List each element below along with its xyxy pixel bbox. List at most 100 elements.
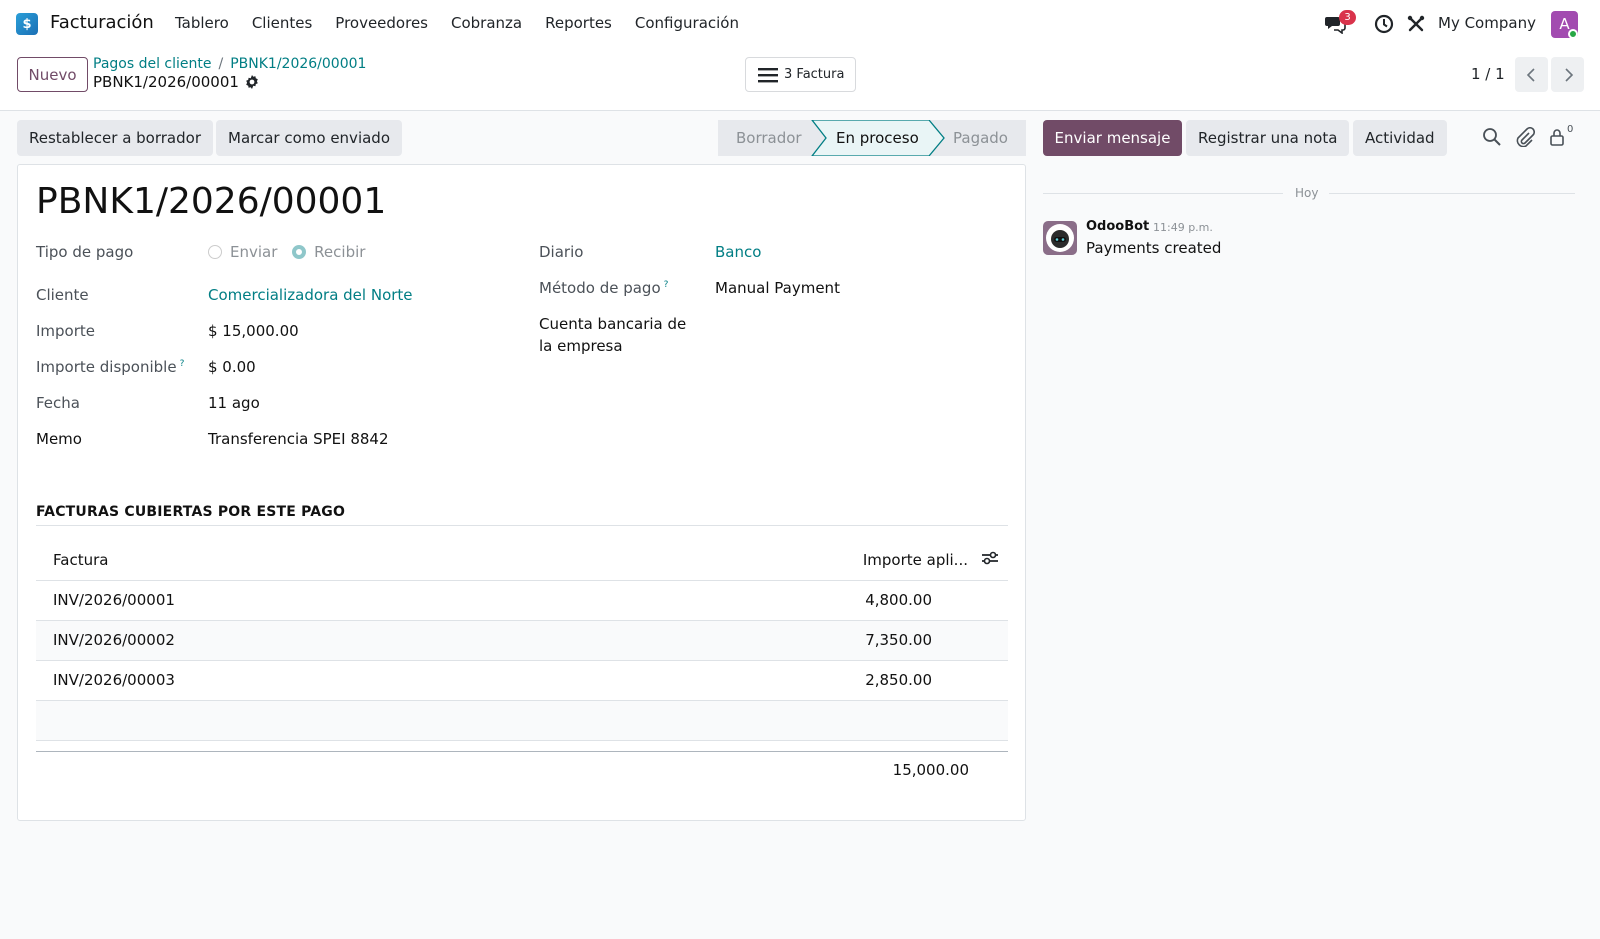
table-row[interactable]: INV/2026/00003 2,850.00 bbox=[36, 660, 1008, 701]
app-name[interactable]: Facturación bbox=[50, 12, 154, 33]
available-amount-label-text: Importe disponible bbox=[36, 358, 177, 376]
invoice-cell: INV/2026/00002 bbox=[36, 620, 561, 661]
menu-item-proveedores[interactable]: Proveedores bbox=[335, 14, 428, 32]
company-bank-label-line2: la empresa bbox=[539, 337, 623, 355]
new-button[interactable]: Nuevo bbox=[17, 57, 88, 92]
empty-cell bbox=[972, 580, 1008, 621]
follower-lock-icon[interactable] bbox=[1548, 127, 1568, 147]
help-tooltip-icon[interactable]: ? bbox=[180, 359, 185, 369]
company-switcher[interactable]: My Company bbox=[1438, 14, 1536, 32]
memo-field[interactable]: Transferencia SPEI 8842 bbox=[208, 430, 389, 448]
amount-label: Importe bbox=[36, 322, 96, 340]
clock-icon[interactable] bbox=[1374, 14, 1394, 34]
invoices-smart-button[interactable]: 3 Factura bbox=[745, 57, 856, 92]
radio-enviar-circle bbox=[208, 245, 222, 259]
main-menu: Tablero Clientes Proveedores Cobranza Re… bbox=[175, 14, 762, 32]
invoices-section-title: FACTURAS CUBIERTAS POR ESTE PAGO bbox=[36, 504, 346, 520]
section-divider bbox=[36, 525, 1008, 526]
presence-status-dot bbox=[1568, 29, 1578, 39]
day-separator-line bbox=[1043, 193, 1283, 194]
radio-recibir-label: Recibir bbox=[314, 243, 366, 261]
chevron-right-icon bbox=[1564, 67, 1573, 82]
invoice-cell: INV/2026/00003 bbox=[36, 660, 561, 701]
customer-label: Cliente bbox=[36, 286, 89, 304]
record-title: PBNK1/2026/00001 bbox=[93, 73, 239, 91]
odoobot-avatar[interactable] bbox=[1043, 221, 1077, 255]
reset-to-draft-button[interactable]: Restablecer a borrador bbox=[17, 120, 213, 156]
stage-en-proceso[interactable]: En proceso bbox=[836, 120, 919, 156]
menu-item-reportes[interactable]: Reportes bbox=[545, 14, 612, 32]
chat-badge: 3 bbox=[1339, 10, 1356, 25]
table-row[interactable]: INV/2026/00001 4,800.00 bbox=[36, 580, 1008, 621]
pager-previous-button[interactable] bbox=[1515, 57, 1548, 92]
log-note-button[interactable]: Registrar una nota bbox=[1186, 120, 1350, 156]
help-tooltip-icon[interactable]: ? bbox=[664, 280, 669, 290]
payment-type-label: Tipo de pago bbox=[36, 243, 134, 261]
breadcrumb-parent[interactable]: Pagos del cliente bbox=[93, 56, 212, 72]
menu-item-tablero[interactable]: Tablero bbox=[175, 14, 229, 32]
top-navbar: $ Facturación Tablero Clientes Proveedor… bbox=[0, 0, 1600, 48]
table-header-row: Factura Importe apli... bbox=[36, 540, 1008, 581]
date-label: Fecha bbox=[36, 394, 80, 412]
customer-field[interactable]: Comercializadora del Norte bbox=[208, 286, 413, 304]
column-settings-button[interactable] bbox=[972, 540, 1008, 581]
payment-method-label: Método de pago? bbox=[539, 279, 668, 297]
company-bank-label-line1: Cuenta bancaria de bbox=[539, 315, 687, 333]
message-time: 11:49 p.m. bbox=[1153, 221, 1213, 234]
empty-cell bbox=[972, 660, 1008, 701]
breadcrumb-separator: / bbox=[218, 56, 224, 72]
app-logo-icon[interactable]: $ bbox=[16, 13, 38, 35]
payment-name: PBNK1/2026/00001 bbox=[36, 181, 387, 222]
payment-method-field[interactable]: Manual Payment bbox=[715, 279, 840, 297]
control-panel: Nuevo Pagos del cliente / PBNK1/2026/00001… bbox=[0, 48, 1600, 111]
breadcrumb-current[interactable]: PBNK1/2026/00001 bbox=[230, 56, 366, 72]
list-icon bbox=[758, 67, 778, 82]
journal-field[interactable]: Banco bbox=[715, 243, 761, 261]
breadcrumb: Pagos del cliente / PBNK1/2026/00001 bbox=[93, 56, 366, 72]
empty-cell bbox=[972, 620, 1008, 661]
activity-button[interactable]: Actividad bbox=[1353, 120, 1447, 156]
invoice-cell: INV/2026/00001 bbox=[36, 580, 561, 621]
payment-method-label-text: Método de pago bbox=[539, 279, 661, 297]
available-amount-field: $ 0.00 bbox=[208, 358, 256, 376]
invoices-table: Factura Importe apli... INV/2026/00001 4… bbox=[36, 540, 1008, 741]
menu-item-configuracion[interactable]: Configuración bbox=[635, 14, 739, 32]
column-header-invoice[interactable]: Factura bbox=[36, 540, 561, 581]
stage-borrador[interactable]: Borrador bbox=[736, 120, 802, 156]
empty-cell bbox=[972, 700, 1008, 741]
radio-recibir[interactable]: Recibir bbox=[292, 243, 365, 261]
empty-cell bbox=[560, 700, 972, 741]
memo-label: Memo bbox=[36, 430, 82, 448]
paperclip-icon[interactable] bbox=[1515, 127, 1535, 147]
empty-cell bbox=[36, 700, 561, 741]
total-divider bbox=[36, 751, 1008, 752]
send-message-button[interactable]: Enviar mensaje bbox=[1043, 120, 1182, 156]
pager-next-button[interactable] bbox=[1551, 57, 1584, 92]
smart-button-label: 3 Factura bbox=[784, 67, 845, 82]
menu-item-cobranza[interactable]: Cobranza bbox=[451, 14, 522, 32]
amount-cell: 4,800.00 bbox=[560, 580, 972, 621]
chevron-left-icon bbox=[1526, 67, 1535, 82]
message-body: Payments created bbox=[1086, 239, 1222, 257]
amount-cell: 7,350.00 bbox=[560, 620, 972, 661]
table-row[interactable]: INV/2026/00002 7,350.00 bbox=[36, 620, 1008, 661]
payment-type-radio-group: Enviar Recibir bbox=[208, 243, 365, 261]
gear-icon[interactable] bbox=[244, 74, 260, 90]
search-icon[interactable] bbox=[1482, 127, 1502, 147]
menu-item-clientes[interactable]: Clientes bbox=[252, 14, 312, 32]
stage-pagado[interactable]: Pagado bbox=[953, 120, 1008, 156]
amount-cell: 2,850.00 bbox=[560, 660, 972, 701]
amount-field[interactable]: $ 15,000.00 bbox=[208, 322, 299, 340]
pager-value[interactable]: 1 / 1 bbox=[1471, 65, 1505, 83]
radio-enviar[interactable]: Enviar bbox=[208, 243, 277, 261]
day-label: Hoy bbox=[1295, 186, 1319, 200]
date-field[interactable]: 11 ago bbox=[208, 394, 260, 412]
message-author[interactable]: OdooBot bbox=[1086, 219, 1149, 234]
radio-recibir-circle bbox=[292, 245, 307, 259]
odoobot-avatar-icon bbox=[1046, 224, 1074, 252]
status-bar: Borrador En proceso Pagado bbox=[718, 120, 1026, 156]
form-sheet: PBNK1/2026/00001 Tipo de pago Enviar Rec… bbox=[17, 164, 1026, 821]
column-header-amount[interactable]: Importe apli... bbox=[560, 540, 972, 581]
mark-as-sent-button[interactable]: Marcar como enviado bbox=[216, 120, 402, 156]
tools-icon[interactable] bbox=[1406, 14, 1426, 34]
